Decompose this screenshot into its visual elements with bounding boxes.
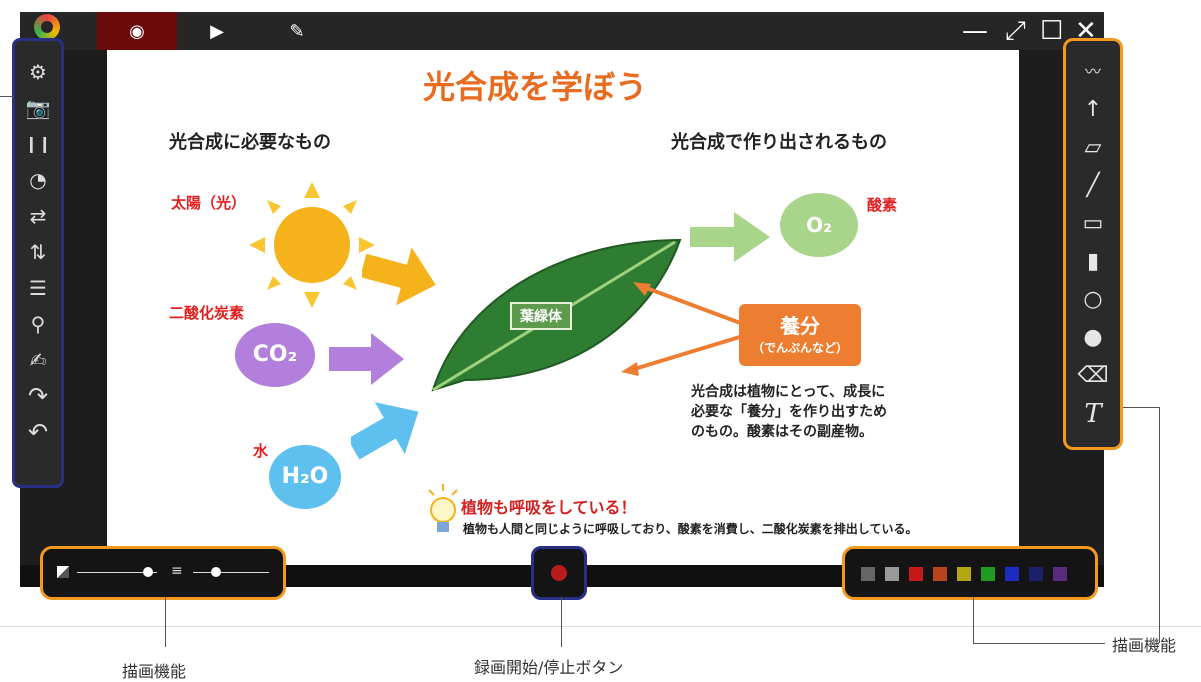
minimize-button[interactable]: — bbox=[962, 14, 988, 48]
color-swatch[interactable] bbox=[861, 567, 875, 581]
magnifier-icon[interactable]: ⚲ bbox=[15, 309, 61, 339]
eraser-icon[interactable]: ▱ bbox=[1066, 131, 1120, 165]
callout-drawing-left: 描画機能 bbox=[122, 662, 187, 681]
tab-whiteboard[interactable]: ✎ bbox=[257, 12, 337, 50]
color-swatch[interactable] bbox=[1053, 567, 1067, 581]
left-heading: 光合成に必要なもの bbox=[169, 132, 331, 153]
width-slider-track[interactable] bbox=[193, 572, 269, 573]
divider bbox=[0, 626, 1201, 627]
callout-drawing-right: 描画機能 bbox=[1112, 636, 1177, 655]
nutrient-subtitle: （でんぷんなど） bbox=[751, 341, 848, 355]
callout-line bbox=[561, 597, 562, 647]
color-swatch[interactable] bbox=[933, 567, 947, 581]
width-slider-thumb[interactable] bbox=[211, 567, 221, 577]
co2-label: 二酸化炭素 bbox=[169, 304, 245, 322]
adjust-sliders-icon[interactable]: ☰ bbox=[15, 273, 61, 303]
flip-horizontal-icon[interactable]: ⇄ bbox=[15, 201, 61, 231]
line-tool-icon[interactable]: ╱ bbox=[1066, 169, 1120, 203]
slide-title: 光合成を学ぼう bbox=[423, 68, 648, 106]
right-heading: 光合成で作り出されるもの bbox=[671, 132, 887, 153]
capture-board-icon[interactable]: ✍ bbox=[15, 345, 61, 375]
callout-line bbox=[973, 643, 1105, 644]
o2-bubble: O₂ bbox=[780, 193, 858, 257]
respiration-title: 植物も呼吸をしている！ bbox=[461, 498, 637, 517]
app-logo bbox=[34, 14, 60, 40]
redo-icon[interactable]: ↷ bbox=[15, 381, 61, 411]
arrow-tool-icon[interactable]: ↑ bbox=[1066, 93, 1120, 127]
slide-canvas: 光合成を学ぼう 光合成に必要なもの 光合成で作り出されるもの 太陽（光） 二酸化… bbox=[107, 50, 1019, 565]
rectangle-filled-icon[interactable]: ▮ bbox=[1066, 245, 1120, 279]
tab-preview[interactable]: ◉ bbox=[97, 12, 177, 50]
nutrient-title: 養分 bbox=[780, 314, 820, 338]
camera-icon[interactable]: 📷 bbox=[15, 93, 61, 123]
right-toolbar: 〰 ↑ ▱ ╱ ▭ ▮ ○ ● ⌫ T bbox=[1063, 38, 1123, 450]
eye-icon: ◉ bbox=[129, 20, 145, 42]
explanation-text: 光合成は植物にとって、成長に 必要な「養分」を作り出すため のもの。酸素はその副… bbox=[691, 384, 887, 440]
flip-vertical-icon[interactable]: ⇅ bbox=[15, 237, 61, 267]
callout-line bbox=[973, 597, 974, 643]
sun-illustration bbox=[249, 182, 375, 308]
o2-arrow bbox=[690, 212, 770, 262]
circle-filled-icon[interactable]: ● bbox=[1066, 321, 1120, 355]
whiteboard-icon: ✎ bbox=[289, 20, 305, 42]
color-swatch[interactable] bbox=[885, 567, 899, 581]
circle-outline-icon[interactable]: ○ bbox=[1066, 283, 1120, 317]
maximize-button[interactable]: ⤢ bbox=[1005, 14, 1026, 48]
nutrient-arrows bbox=[621, 282, 744, 376]
color-swatch[interactable] bbox=[1029, 567, 1043, 581]
clear-all-icon[interactable]: ⌫ bbox=[1066, 359, 1120, 393]
water-label: 水 bbox=[253, 442, 269, 460]
chloroplast-label: 葉緑体 bbox=[510, 302, 572, 330]
text-tool-icon[interactable]: T bbox=[1066, 397, 1120, 431]
callout-record: 録画開始/停止ボタン bbox=[474, 658, 624, 677]
callout-line bbox=[1123, 407, 1160, 408]
pause-icon[interactable]: ❙❙ bbox=[15, 129, 61, 159]
callout-line bbox=[0, 96, 14, 97]
lightbulb-icon bbox=[428, 484, 458, 532]
freehand-pen-icon[interactable]: 〰 bbox=[1066, 55, 1120, 89]
timer-icon[interactable]: ◔ bbox=[15, 165, 61, 195]
undo-icon[interactable]: ↶ bbox=[15, 417, 61, 447]
tab-play[interactable]: ▶ bbox=[177, 12, 257, 50]
rectangle-outline-icon[interactable]: ▭ bbox=[1066, 207, 1120, 241]
color-swatch[interactable] bbox=[957, 567, 971, 581]
settings-gear-icon[interactable]: ⚙ bbox=[15, 57, 61, 87]
opacity-slider-thumb[interactable] bbox=[143, 567, 153, 577]
callout-line bbox=[1159, 407, 1160, 643]
opacity-icon bbox=[57, 566, 69, 578]
color-palette bbox=[842, 546, 1098, 600]
callout-line bbox=[165, 597, 166, 647]
left-toolbar: ⚙ 📷 ❙❙ ◔ ⇄ ⇅ ☰ ⚲ ✍ ↷ ↶ bbox=[12, 38, 64, 488]
color-swatch[interactable] bbox=[1005, 567, 1019, 581]
o2-label: 酸素 bbox=[867, 196, 898, 214]
water-arrow bbox=[351, 402, 419, 460]
restore-button[interactable]: ☐ bbox=[1040, 14, 1063, 48]
line-width-icon: ≡ bbox=[171, 563, 183, 579]
h2o-bubble: H₂O bbox=[269, 445, 341, 509]
co2-arrow bbox=[329, 333, 404, 385]
co2-bubble: CO₂ bbox=[235, 323, 315, 387]
sun-label: 太陽（光） bbox=[171, 194, 247, 212]
color-swatch[interactable] bbox=[981, 567, 995, 581]
color-swatch[interactable] bbox=[909, 567, 923, 581]
record-dot-icon bbox=[551, 565, 567, 581]
play-icon: ▶ bbox=[210, 20, 224, 42]
nutrient-box: 養分 （でんぷんなど） bbox=[739, 304, 861, 366]
drawing-slider-group: ≡ bbox=[40, 546, 286, 600]
respiration-text: 植物も人間と同じように呼吸しており、酸素を消費し、二酸化炭素を排出している。 bbox=[463, 522, 918, 536]
record-button[interactable] bbox=[531, 546, 587, 600]
